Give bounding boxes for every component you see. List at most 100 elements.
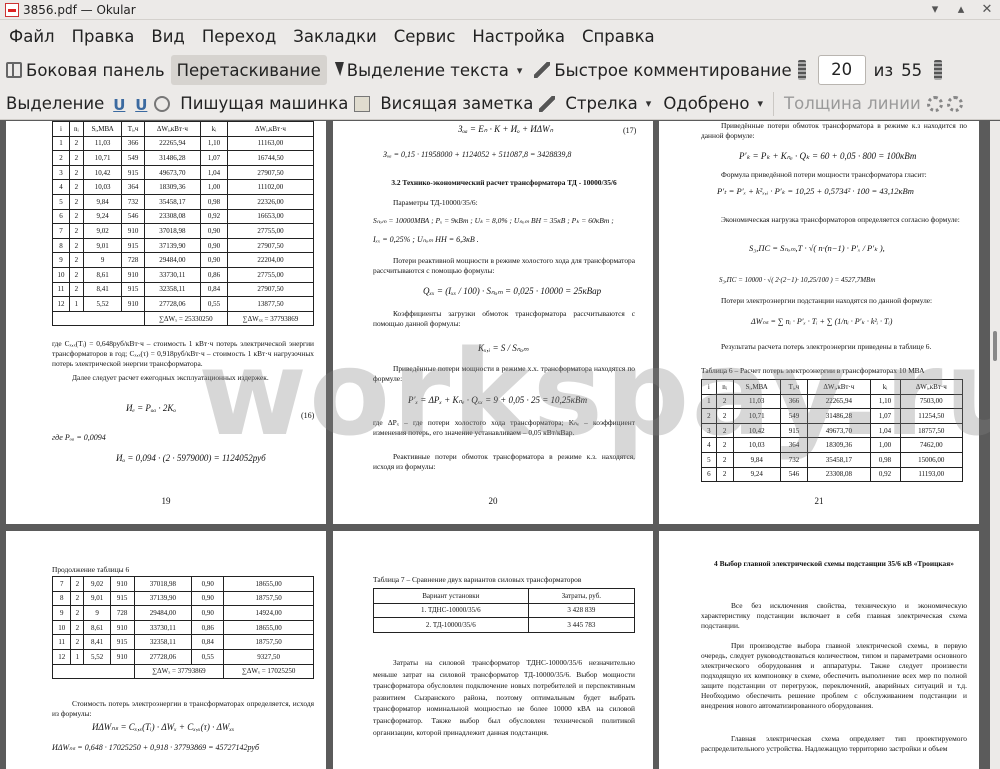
table-cell: 2 bbox=[69, 237, 84, 254]
table-cell: 22326,00 bbox=[226, 193, 315, 210]
table-row: 2 2 10,71 549 31486,28 1,07 16744,50 bbox=[51, 150, 315, 166]
th: Sᵢ,МВА bbox=[82, 121, 123, 137]
page-number: 19 bbox=[161, 496, 171, 506]
table-cell: 11 bbox=[51, 634, 72, 650]
paragraph: При производстве выбора главной электрич… bbox=[701, 641, 967, 710]
menu-bookmarks[interactable]: Закладки bbox=[284, 27, 384, 46]
color-icon[interactable] bbox=[926, 95, 943, 112]
paragraph: Формула приведённой потери мощности тран… bbox=[721, 170, 927, 179]
previous-page-icon[interactable] bbox=[797, 60, 806, 80]
paragraph: Коэффициенты загрузки обмоток трансформа… bbox=[373, 309, 635, 328]
cell: 3 445 783 bbox=[527, 617, 636, 633]
text-select-button[interactable]: Выделение текста ▾ bbox=[327, 55, 529, 85]
table-row: 12 1 5,52 910 27728,06 0,55 13877,50 bbox=[51, 296, 315, 312]
table-cell: 8,61 bbox=[83, 619, 111, 636]
page-number-input[interactable]: 20 bbox=[817, 55, 866, 85]
table-cell: 6 bbox=[51, 208, 71, 225]
popup-note-label: Висящая заметка bbox=[380, 94, 534, 113]
cell: 1. ТДНС-10000/35/6 bbox=[373, 602, 529, 619]
th: kᵢ bbox=[199, 121, 228, 137]
chevron-down-icon[interactable]: ▾ bbox=[517, 64, 523, 77]
formula: S₃,ПС = 10000 · √( 2·(2−1)· 10,25/100 ) … bbox=[719, 276, 876, 284]
table-cell: 10 bbox=[51, 266, 71, 283]
squiggle-icon[interactable]: U bbox=[132, 96, 150, 114]
quick-annotate-button[interactable]: Быстрое комментирование bbox=[528, 55, 797, 85]
table-cell: 915 bbox=[121, 237, 145, 254]
typewriter-tool[interactable]: Пишущая машинка bbox=[174, 89, 354, 119]
underline-icon[interactable]: U bbox=[110, 96, 128, 114]
table-cell: 9327,50 bbox=[223, 648, 314, 665]
menu-go[interactable]: Переход bbox=[193, 27, 284, 46]
table-row: 11 2 8,41 915 32358,11 0,84 27907,50 bbox=[51, 281, 315, 298]
next-page-icon[interactable] bbox=[934, 60, 943, 80]
vertical-scrollbar[interactable] bbox=[990, 121, 1000, 769]
chevron-down-icon[interactable]: ▾ bbox=[646, 97, 652, 110]
table-cell: 1,00 bbox=[199, 179, 228, 195]
formula: P′ₓ = ΔPₓ + Kₙₑ · Qₓₓ = 9 + 0,05 · 25 = … bbox=[408, 395, 588, 405]
table-cell: 18757,50 bbox=[899, 422, 964, 439]
maximize-button[interactable]: ▴ bbox=[948, 2, 974, 17]
drag-mode-button[interactable]: Перетаскивание bbox=[170, 55, 327, 85]
menu-edit[interactable]: Правка bbox=[63, 27, 143, 46]
table-row: 4 2 10,03 364 18309,36 1,00 11102,00 bbox=[51, 179, 315, 195]
page-21: Приведённые потери обмоток трансформатор… bbox=[659, 121, 979, 524]
chevron-down-icon[interactable]: ▾ bbox=[758, 97, 764, 110]
table-cell: 18655,00 bbox=[223, 619, 314, 636]
table-header: i nᵢ Sᵢ,МВА Tᵢ,ч ΔWᵢ,кВт·ч kᵢ ΔWᵢ,кВт·ч bbox=[701, 379, 964, 395]
opacity-icon[interactable] bbox=[946, 95, 963, 112]
arrow-tool[interactable]: Стрелка ▾ bbox=[559, 89, 657, 119]
table-cell: 11254,50 bbox=[899, 408, 964, 424]
stamp-icon[interactable] bbox=[154, 95, 171, 112]
table-cell: 2 bbox=[715, 466, 734, 483]
formula-number: (17) bbox=[623, 126, 637, 135]
table-cell: 0,92 bbox=[199, 208, 228, 225]
paragraph: Потери электроэнергии подстанции находят… bbox=[721, 296, 933, 305]
table-row: 8 2 9,01 915 37139,90 0,90 27907,50 bbox=[51, 237, 315, 254]
table-cell: 910 bbox=[109, 619, 135, 636]
table-cell: 366 bbox=[121, 135, 145, 152]
table-cell: 0,84 bbox=[191, 634, 225, 650]
menu-file[interactable]: Файл bbox=[0, 27, 63, 46]
table-caption: Таблица 6 – Расчет потерь электроэнергии… bbox=[701, 366, 925, 375]
table-cell: 0,84 bbox=[199, 281, 228, 298]
document-view[interactable]: i nᵢ Sᵢ,МВА Tᵢ,ч ΔWᵢ,кВт·ч kᵢ ΔWᵢ,кВт·ч … bbox=[0, 121, 990, 769]
table-cell: 11102,00 bbox=[226, 179, 315, 195]
menu-tools[interactable]: Сервис bbox=[385, 27, 464, 46]
table-cell: 732 bbox=[121, 193, 145, 210]
table-cell: 8 bbox=[51, 237, 71, 254]
popup-note-tool[interactable]: Висящая заметка bbox=[374, 89, 539, 119]
sidebar-button[interactable]: Боковая панель bbox=[0, 55, 171, 85]
th: kᵢ bbox=[869, 379, 901, 395]
table-cell: 915 bbox=[109, 634, 135, 650]
table-cell: 33730,11 bbox=[133, 619, 193, 636]
table-cell: 7 bbox=[51, 223, 71, 239]
line-width-select[interactable]: Толщина линии bbox=[778, 89, 927, 119]
table-cell: 1,10 bbox=[869, 393, 901, 410]
note-icon[interactable] bbox=[354, 95, 371, 112]
menu-settings[interactable]: Настройка bbox=[463, 27, 573, 46]
formula: ΔWₙₛ = ∑ nᵢ · P′ₓ · Tᵢ + ∑ (1/nᵢ · P′ₖ ·… bbox=[751, 317, 893, 326]
window-title: 3856.pdf — Okular bbox=[23, 2, 136, 17]
table-row: 9 2 9 728 29484,00 0,90 14924,00 bbox=[51, 605, 314, 621]
table-cell: 8,61 bbox=[82, 266, 123, 283]
th: Sᵢ,МВА bbox=[732, 379, 781, 395]
close-button[interactable]: ✕ bbox=[974, 2, 1000, 17]
scrollbar-thumb[interactable] bbox=[993, 331, 997, 361]
table-cell: 11,03 bbox=[732, 393, 781, 410]
th: i bbox=[701, 379, 717, 395]
table-cell: 10 bbox=[51, 619, 72, 636]
table-row: 10 2 8,61 910 33730,11 0,86 27755,00 bbox=[51, 266, 315, 283]
main-toolbar: Боковая панель Перетаскивание Выделение … bbox=[0, 52, 1000, 88]
table-cell: 11163,00 bbox=[226, 135, 315, 152]
minimize-button[interactable]: ▾ bbox=[922, 2, 948, 17]
menu-help[interactable]: Справка bbox=[573, 27, 663, 46]
table-cell: 728 bbox=[109, 605, 135, 621]
menu-view[interactable]: Вид bbox=[142, 27, 192, 46]
highlight-tool[interactable]: Выделение bbox=[0, 89, 110, 119]
sum-cell: ∑ΔWₓ = 37793869 bbox=[133, 663, 225, 680]
cursor-icon bbox=[333, 62, 343, 78]
table-cell: 9,01 bbox=[82, 237, 123, 254]
page-number: 21 bbox=[814, 496, 824, 506]
stamp-select[interactable]: Одобрено ▾ bbox=[657, 89, 769, 119]
table-cell: 14924,00 bbox=[223, 605, 314, 621]
